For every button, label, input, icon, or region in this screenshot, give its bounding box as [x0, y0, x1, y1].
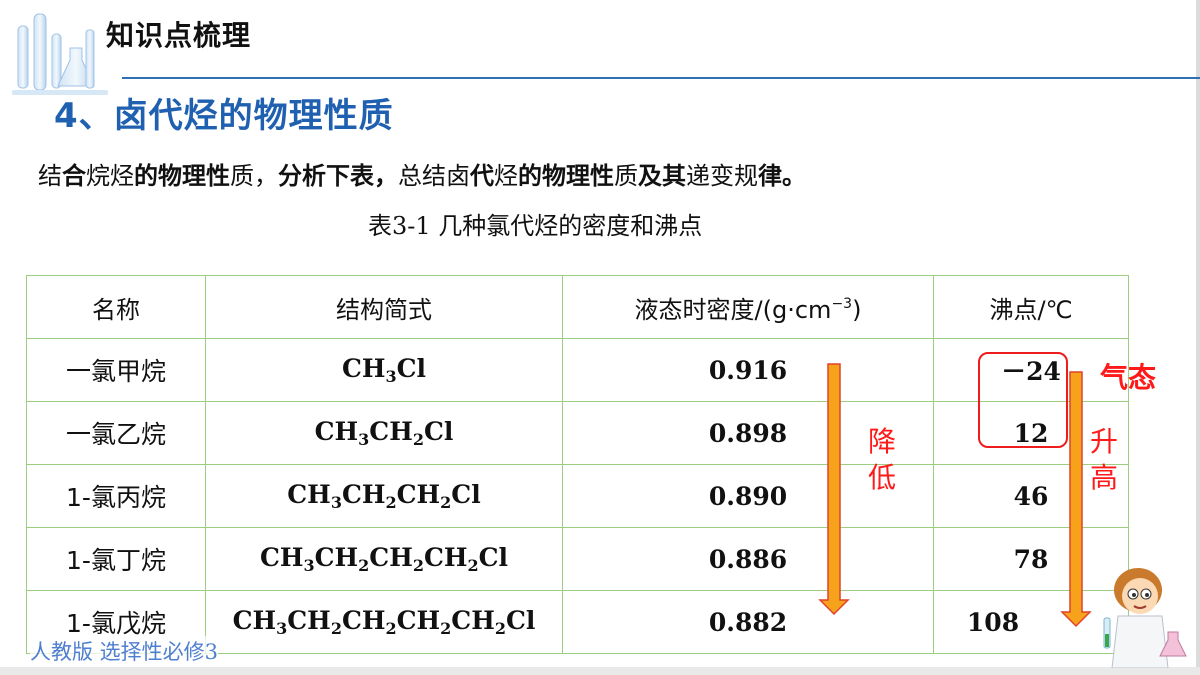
gas-state-label: 气态 [1100, 361, 1157, 394]
scientist-mascot-icon [1103, 568, 1187, 668]
footer-textbook-label: 人教版 选择性必修3 [30, 636, 219, 666]
bp-trend-label: 升 高 [1090, 425, 1119, 494]
trend-arrows [818, 363, 1092, 628]
density-down-arrow-icon [818, 363, 850, 616]
gas-state-highlight [978, 352, 1068, 448]
density-trend-label: 降 低 [868, 425, 897, 494]
